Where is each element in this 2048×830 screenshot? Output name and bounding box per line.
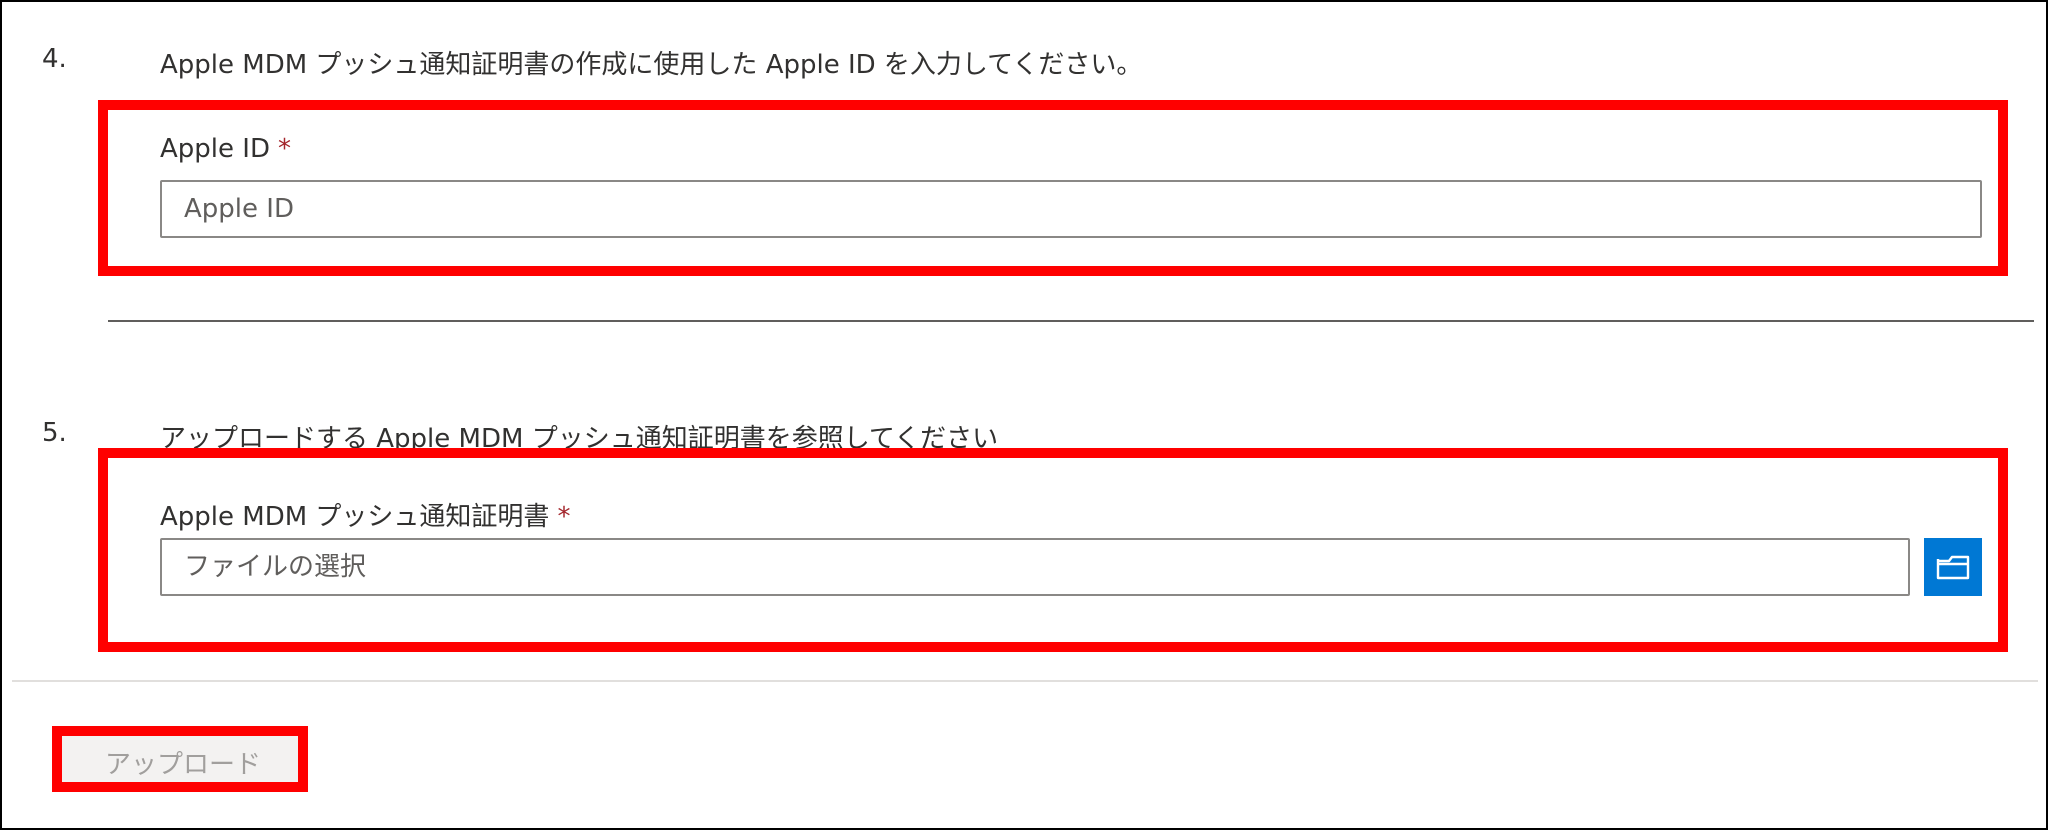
step-5-instruction: アップロードする Apple MDM プッシュ通知証明書を参照してください [160, 424, 999, 454]
dialog-frame [0, 0, 2048, 830]
step-4-number: 4. [42, 44, 67, 74]
certificate-label: Apple MDM プッシュ通知証明書 * [160, 496, 570, 533]
required-asterisk: * [277, 134, 291, 164]
apple-id-label: Apple ID * [160, 134, 291, 164]
apple-id-label-text: Apple ID [160, 134, 270, 164]
required-asterisk: * [557, 502, 571, 532]
section-divider [108, 320, 2034, 322]
apple-id-input[interactable] [160, 180, 1982, 238]
certificate-file-input[interactable] [160, 538, 1910, 596]
folder-icon [1936, 553, 1970, 581]
browse-file-button[interactable] [1924, 538, 1982, 596]
certificate-label-text: Apple MDM プッシュ通知証明書 [160, 502, 550, 532]
step-5-number: 5. [42, 418, 67, 448]
footer-divider [12, 680, 2038, 682]
upload-button[interactable]: アップロード [58, 734, 308, 790]
step-4-instruction: Apple MDM プッシュ通知証明書の作成に使用した Apple ID を入力… [160, 50, 1143, 80]
